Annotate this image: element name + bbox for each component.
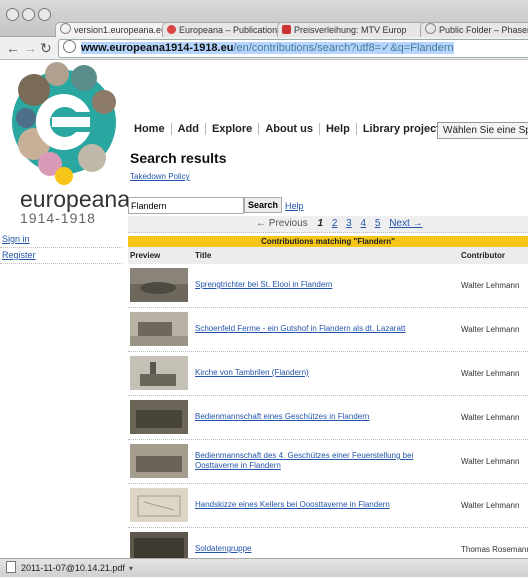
result-title-link[interactable]: Schoenfeld Ferme - ein Gutshof in Flande… <box>195 324 457 334</box>
pdf-file-icon <box>6 561 16 573</box>
preview-thumbnail[interactable] <box>130 268 188 302</box>
page-link-4[interactable]: 4 <box>361 218 367 229</box>
search-form: SearchHelp <box>128 197 304 214</box>
table-row: Bedienmannschaft des 4. Geschützes einer… <box>128 440 528 484</box>
account-links: Sign in Register <box>0 232 122 264</box>
site-info-icon <box>63 40 76 53</box>
current-page: 1 <box>317 218 324 229</box>
next-page-link[interactable]: Next → <box>389 218 422 229</box>
minimize-window-button[interactable] <box>22 8 35 21</box>
forward-arrow-icon[interactable]: → <box>23 40 37 56</box>
table-row: Kirche von Tambrilen (Flandern) Walter L… <box>128 352 528 396</box>
table-row: Soldatengruppe Thomas Rosemann <box>128 528 528 558</box>
menu-item-home[interactable]: Home <box>130 123 172 135</box>
browser-tab-bar: version1.europeana.eu/c/do Europeana – P… <box>0 0 528 37</box>
close-window-button[interactable] <box>6 8 19 21</box>
preview-thumbnail[interactable] <box>130 488 188 522</box>
page-link-2[interactable]: 2 <box>332 218 338 229</box>
search-button[interactable]: Search <box>244 197 283 213</box>
result-contributor: Walter Lehmann <box>461 501 520 510</box>
result-title-link[interactable]: Sprengtrichter bei St. Elooi in Flandern <box>195 280 457 290</box>
result-contributor: Walter Lehmann <box>461 413 520 422</box>
downloaded-file-name[interactable]: 2011-11-07@10.14.21.pdf <box>21 563 125 573</box>
result-contributor: Walter Lehmann <box>461 457 520 466</box>
results-column-headers: Preview Title Contributor <box>128 247 528 264</box>
chevron-down-icon[interactable]: ▾ <box>129 564 133 573</box>
zoom-window-button[interactable] <box>38 8 51 21</box>
register-link[interactable]: Register <box>0 248 122 264</box>
menu-item-explore[interactable]: Explore <box>205 123 260 135</box>
menu-item-help[interactable]: Help <box>319 123 357 135</box>
browser-tab-1[interactable]: version1.europeana.eu/c/do <box>55 22 169 37</box>
reload-icon[interactable]: ↻ <box>40 40 52 56</box>
brand-name: europeana <box>20 186 130 212</box>
language-select[interactable]: Wählen Sie eine Spra <box>437 122 528 139</box>
table-row: Handskizze eines Kellers bei Ooosttavern… <box>128 484 528 528</box>
browser-tab-3[interactable]: Preisverleihung: MTV Europ <box>277 22 427 37</box>
preview-thumbnail[interactable] <box>130 444 188 478</box>
url-host: www.europeana1914-1918.eu <box>81 42 234 54</box>
page-content: europeana 1914-1918 Sign in Register Hom… <box>0 60 528 558</box>
preview-thumbnail[interactable] <box>130 532 188 558</box>
europeana-logo <box>12 62 116 185</box>
search-input[interactable] <box>128 197 244 214</box>
result-title-link[interactable]: Bedienmannschaft eines Geschützes in Fla… <box>195 412 457 422</box>
result-title-link[interactable]: Soldatengruppe <box>195 544 457 554</box>
preview-thumbnail[interactable] <box>130 356 188 390</box>
result-contributor: Walter Lehmann <box>461 281 520 290</box>
table-row: Schoenfeld Ferme - ein Gutshof in Flande… <box>128 308 528 352</box>
previous-page-label: ← Previous <box>256 218 308 229</box>
takedown-policy-link[interactable]: Takedown Policy <box>130 172 190 181</box>
brand-years: 1914-1918 <box>20 210 96 226</box>
window-controls <box>6 8 54 24</box>
back-arrow-icon[interactable]: ← <box>6 40 20 56</box>
preview-thumbnail[interactable] <box>130 312 188 346</box>
globe-icon <box>60 23 71 34</box>
results-header: Contributions matching "Flandern" <box>128 236 528 247</box>
result-contributor: Thomas Rosemann <box>461 545 528 554</box>
result-contributor: Walter Lehmann <box>461 325 520 334</box>
table-row: Bedienmannschaft eines Geschützes in Fla… <box>128 396 528 440</box>
download-shelf: 2011-11-07@10.14.21.pdf ▾ <box>0 558 528 577</box>
mtv-favicon-icon <box>282 25 291 34</box>
main-menu: Home Add Explore About us Help Library projec… <box>130 123 446 135</box>
result-contributor: Walter Lehmann <box>461 369 520 378</box>
address-bar[interactable]: www.europeana1914-1918.eu/en/contributio… <box>58 39 528 58</box>
pagination: ← Previous 1 2 3 4 5 Next → <box>128 216 528 233</box>
browser-tab-2[interactable]: Europeana – Publications – p <box>162 22 284 37</box>
globe-icon <box>425 23 436 34</box>
help-link[interactable]: Help <box>285 201 304 211</box>
column-preview: Preview <box>130 251 161 260</box>
sign-in-link[interactable]: Sign in <box>0 232 122 248</box>
url-path: /en/contributions/search?utf8=✓&q=Flande… <box>233 42 454 54</box>
page-link-5[interactable]: 5 <box>375 218 381 229</box>
menu-item-about-us[interactable]: About us <box>259 123 320 135</box>
page-link-3[interactable]: 3 <box>346 218 352 229</box>
browser-tab-4[interactable]: Public Folder – Phaser 886 <box>420 22 528 37</box>
results-table: Contributions matching "Flandern" Previe… <box>128 236 528 558</box>
page-title: Search results <box>130 150 227 166</box>
table-row: Sprengtrichter bei St. Elooi in Flandern… <box>128 264 528 308</box>
menu-item-add[interactable]: Add <box>171 123 206 135</box>
result-title-link[interactable]: Handskizze eines Kellers bei Ooosttavern… <box>195 500 457 510</box>
column-title: Title <box>195 251 212 260</box>
column-contributor: Contributor <box>461 251 505 260</box>
preview-thumbnail[interactable] <box>130 400 188 434</box>
result-title-link[interactable]: Bedienmannschaft des 4. Geschützes einer… <box>195 451 457 471</box>
browser-nav-bar: ← → ↻ www.europeana1914-1918.eu/en/contr… <box>0 37 528 60</box>
result-title-link[interactable]: Kirche von Tambrilen (Flandern) <box>195 368 457 378</box>
menu-item-library-project[interactable]: Library project <box>357 123 446 135</box>
europeana-favicon-icon <box>167 25 176 34</box>
